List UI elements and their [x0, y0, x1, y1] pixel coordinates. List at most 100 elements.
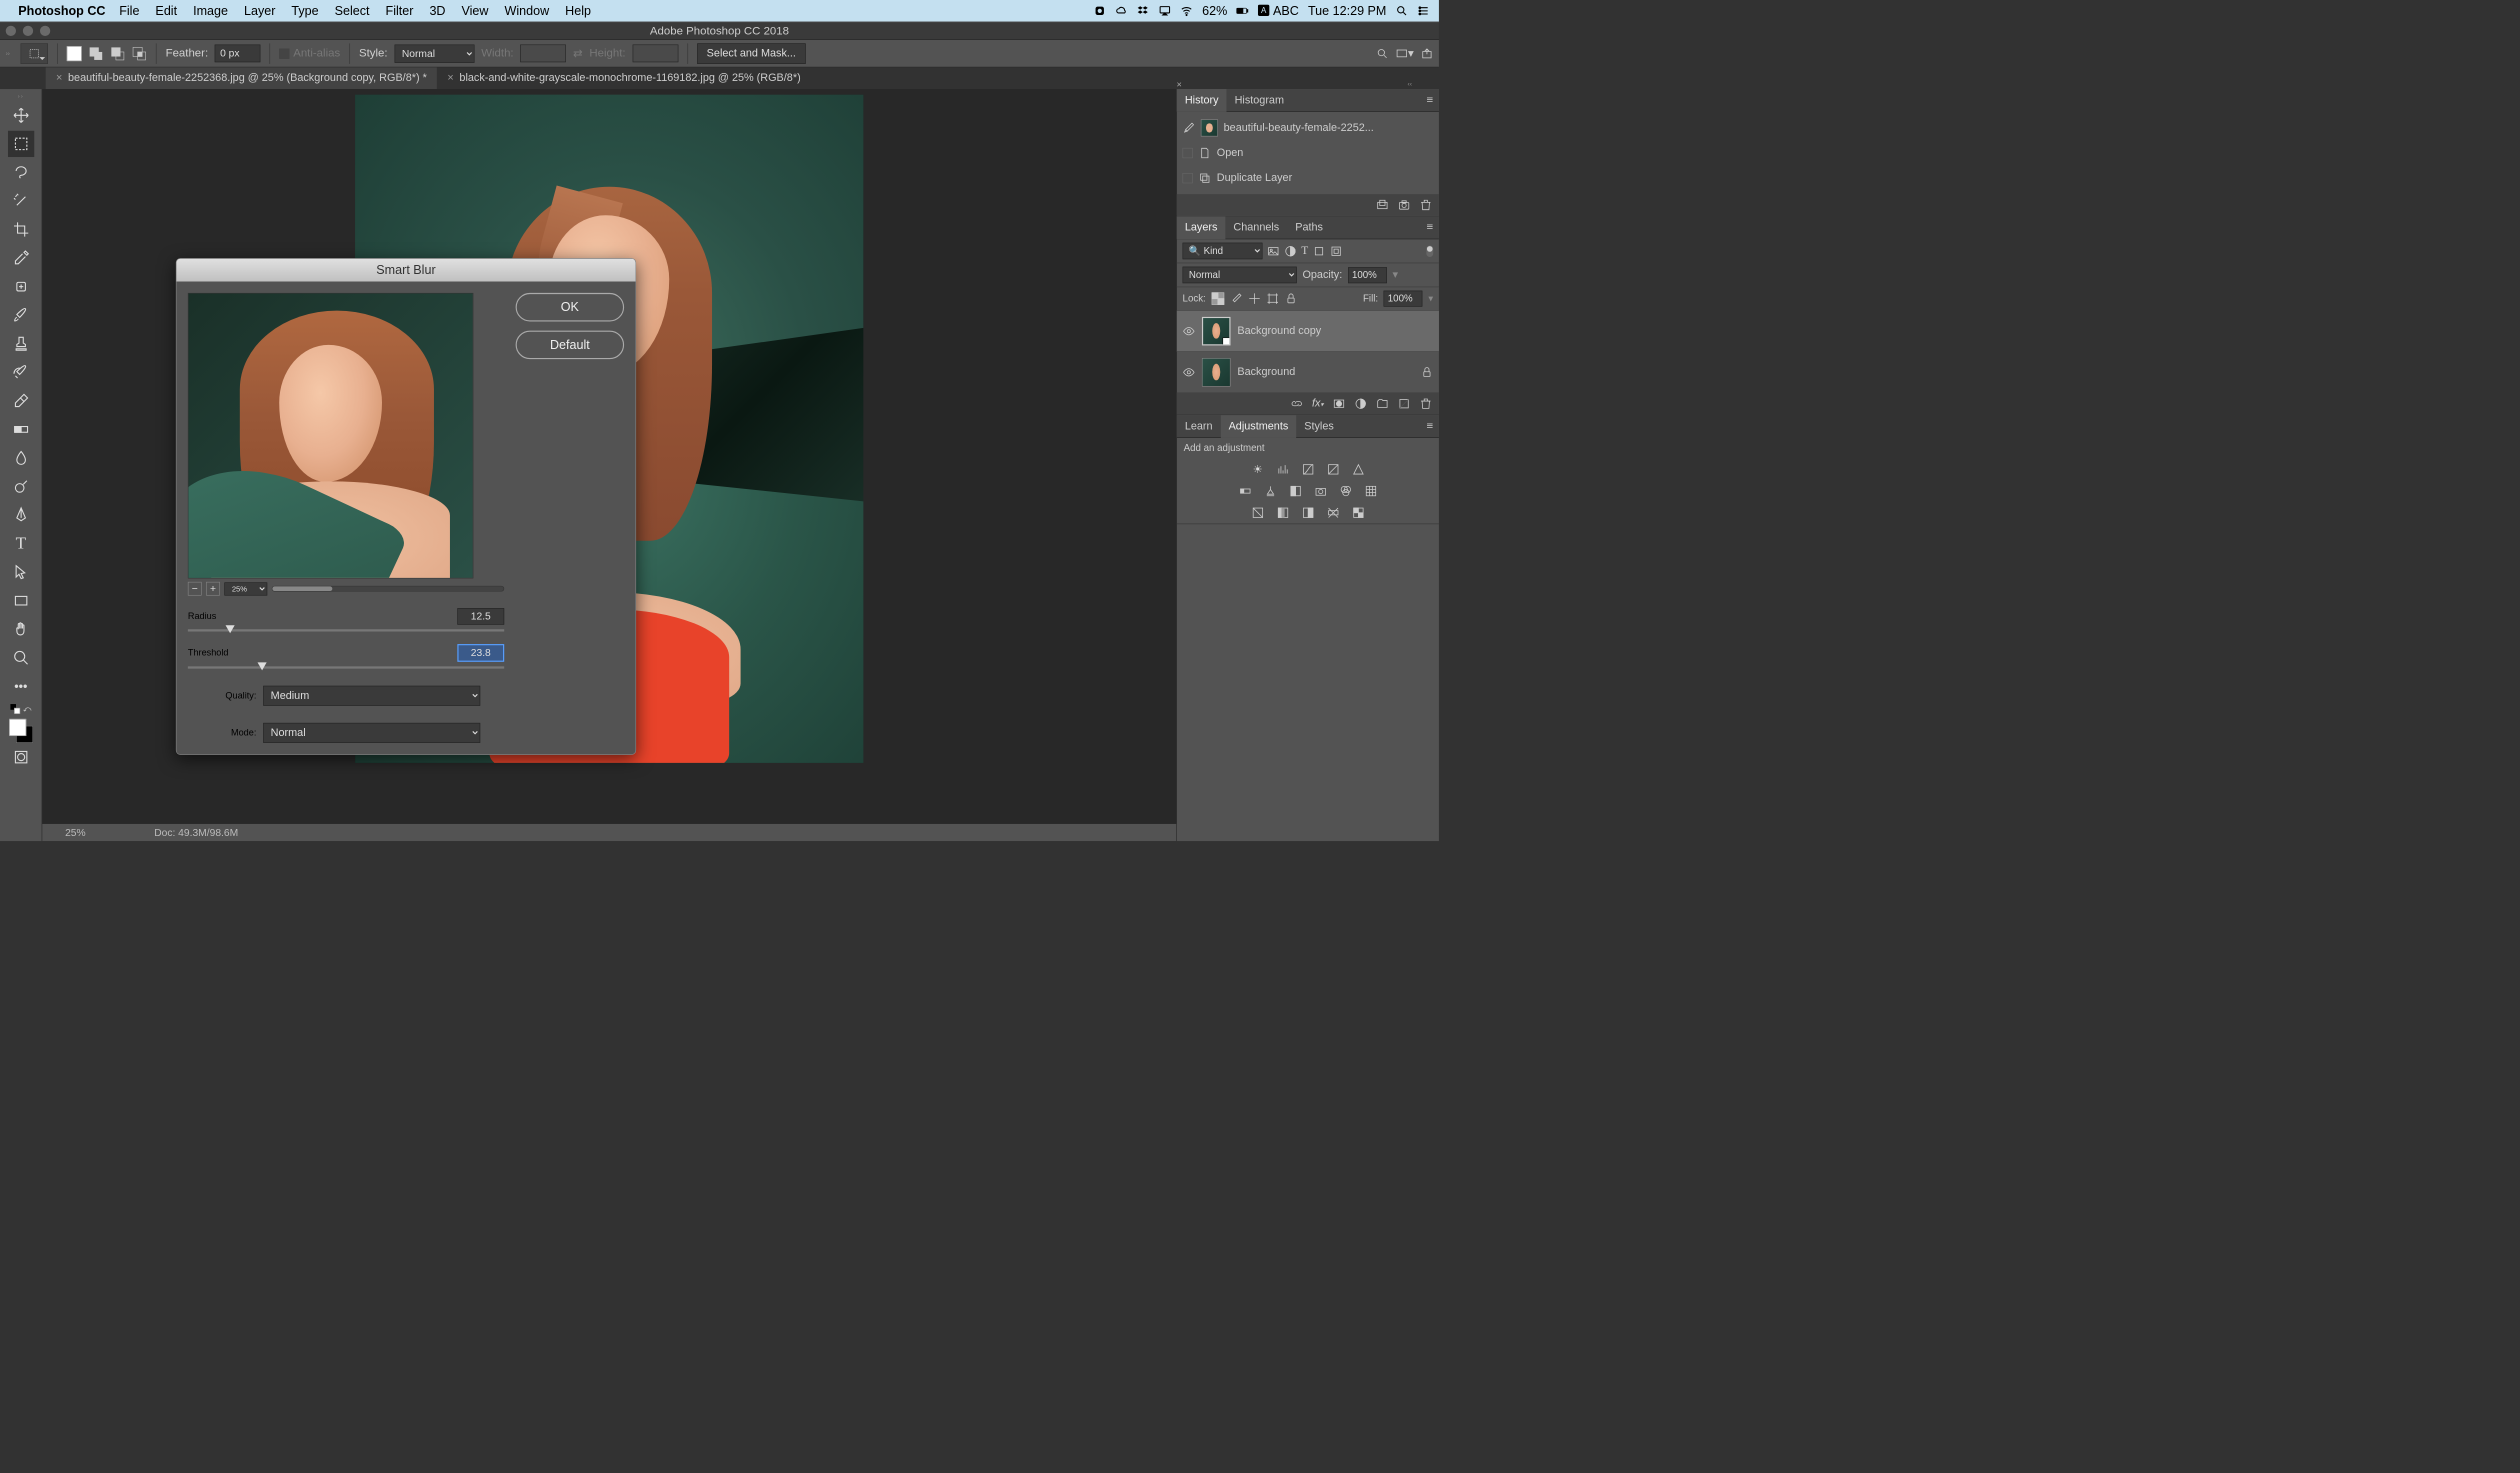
tab-paths[interactable]: Paths: [1287, 216, 1331, 239]
menu-type[interactable]: Type: [291, 3, 318, 18]
menu-icon[interactable]: [1417, 5, 1430, 18]
lock-transparency-icon[interactable]: [1211, 292, 1224, 305]
document-tab-1[interactable]: ×beautiful-beauty-female-2252368.jpg @ 2…: [46, 67, 437, 89]
posterize-icon[interactable]: [1275, 505, 1290, 520]
close-window[interactable]: [6, 26, 16, 36]
layer-thumbnail[interactable]: [1202, 317, 1231, 346]
photo-filter-icon[interactable]: [1313, 484, 1328, 499]
filter-smart-icon[interactable]: [1330, 245, 1343, 258]
airplay-icon[interactable]: [1159, 5, 1172, 18]
opacity-input[interactable]: [1348, 267, 1387, 283]
panel-menu-icon[interactable]: ≡: [1427, 94, 1434, 107]
history-brush-tool[interactable]: [8, 359, 34, 385]
canvas-area[interactable]: Smart Blur − + 25% Radius: [42, 89, 1176, 841]
gradient-tool[interactable]: [8, 416, 34, 442]
panel-menu-icon[interactable]: ≡: [1427, 420, 1434, 433]
rectangle-tool[interactable]: [8, 588, 34, 614]
screen-mode-icon[interactable]: ▾: [1395, 46, 1413, 60]
zoom-out-button[interactable]: −: [188, 582, 202, 596]
wifi-icon[interactable]: [1180, 5, 1193, 18]
status-zoom[interactable]: 25%: [65, 827, 86, 839]
tab-learn[interactable]: Learn: [1177, 415, 1221, 438]
new-layer-icon[interactable]: [1398, 397, 1411, 410]
mode-select[interactable]: Normal: [263, 723, 480, 743]
lookup-icon[interactable]: [1363, 484, 1378, 499]
fill-input[interactable]: [1384, 291, 1423, 307]
subtract-selection-icon[interactable]: [110, 46, 125, 61]
lasso-tool[interactable]: [8, 159, 34, 185]
dropbox-icon[interactable]: [1137, 5, 1150, 18]
search-icon[interactable]: [1376, 47, 1389, 60]
gradient-map-icon[interactable]: [1326, 505, 1341, 520]
style-select[interactable]: Normal: [394, 44, 474, 62]
visibility-icon[interactable]: [1183, 325, 1196, 338]
hue-icon[interactable]: [1238, 484, 1253, 499]
zoom-in-button[interactable]: +: [206, 582, 220, 596]
menu-edit[interactable]: Edit: [155, 3, 177, 18]
color-swatches[interactable]: [8, 718, 34, 744]
document-tab-2[interactable]: ×black-and-white-grayscale-monochrome-11…: [437, 67, 811, 89]
menu-3d[interactable]: 3D: [429, 3, 445, 18]
menu-filter[interactable]: Filter: [386, 3, 414, 18]
lock-position-icon[interactable]: [1248, 292, 1261, 305]
minimize-window[interactable]: [23, 26, 33, 36]
group-icon[interactable]: [1376, 397, 1389, 410]
vibrance-icon[interactable]: [1351, 462, 1366, 477]
trash-icon[interactable]: [1420, 397, 1433, 410]
default-button[interactable]: Default: [516, 331, 624, 360]
tab-adjustments[interactable]: Adjustments: [1221, 415, 1297, 438]
eyedropper-tool[interactable]: [8, 245, 34, 271]
dialog-preview[interactable]: [188, 293, 474, 578]
brightness-icon[interactable]: ☀: [1250, 462, 1265, 477]
filter-adjust-icon[interactable]: [1284, 245, 1297, 258]
hand-tool[interactable]: [8, 616, 34, 642]
feather-input[interactable]: [215, 45, 261, 63]
layer-background[interactable]: Background: [1177, 352, 1439, 393]
lock-all-icon[interactable]: [1285, 292, 1298, 305]
stamp-tool[interactable]: [8, 331, 34, 357]
history-snapshot[interactable]: beautiful-beauty-female-2252...: [1183, 115, 1434, 140]
eraser-tool[interactable]: [8, 388, 34, 414]
layer-name[interactable]: Background copy: [1237, 325, 1433, 338]
menu-select[interactable]: Select: [335, 3, 370, 18]
curves-icon[interactable]: [1300, 462, 1315, 477]
creative-cloud-icon[interactable]: [1115, 5, 1128, 18]
blend-mode-select[interactable]: Normal: [1183, 267, 1297, 284]
filter-shape-icon[interactable]: [1313, 245, 1326, 258]
tab-styles[interactable]: Styles: [1296, 415, 1342, 438]
tab-layers[interactable]: Layers: [1177, 216, 1226, 239]
path-selection-tool[interactable]: [8, 559, 34, 585]
marquee-tool[interactable]: [8, 131, 34, 157]
radius-slider[interactable]: [188, 629, 504, 631]
fx-icon[interactable]: fx▾: [1312, 397, 1324, 410]
threshold-slider[interactable]: [188, 666, 504, 668]
bw-icon[interactable]: [1288, 484, 1303, 499]
trash-icon[interactable]: [1420, 199, 1433, 212]
adjustment-icon[interactable]: [1354, 397, 1367, 410]
channel-mixer-icon[interactable]: [1338, 484, 1353, 499]
select-and-mask-button[interactable]: Select and Mask...: [697, 43, 806, 64]
close-tab-icon[interactable]: ×: [56, 72, 62, 85]
move-tool[interactable]: [8, 102, 34, 128]
menu-file[interactable]: File: [119, 3, 139, 18]
lock-pixels-icon[interactable]: [1230, 292, 1243, 305]
status-doc[interactable]: Doc: 49.3M/98.6M: [154, 827, 238, 839]
tab-history[interactable]: History: [1177, 89, 1227, 112]
magic-wand-tool[interactable]: [8, 188, 34, 214]
add-selection-icon[interactable]: [89, 46, 104, 61]
close-panel-icon[interactable]: ×: [1173, 80, 1184, 90]
intersect-selection-icon[interactable]: [132, 46, 147, 61]
mask-icon[interactable]: [1333, 397, 1346, 410]
layer-background-copy[interactable]: Background copy: [1177, 311, 1439, 352]
menubar-icon-1[interactable]: [1094, 5, 1107, 18]
history-item-open[interactable]: Open: [1183, 140, 1434, 165]
lock-artboard-icon[interactable]: [1266, 292, 1279, 305]
pen-tool[interactable]: [8, 502, 34, 528]
menu-image[interactable]: Image: [193, 3, 228, 18]
zoom-window[interactable]: [40, 26, 50, 36]
preview-scrollbar[interactable]: [272, 586, 504, 592]
quick-mask-icon[interactable]: [8, 744, 34, 770]
menu-layer[interactable]: Layer: [244, 3, 275, 18]
menu-view[interactable]: View: [461, 3, 488, 18]
new-selection-icon[interactable]: [67, 46, 82, 61]
